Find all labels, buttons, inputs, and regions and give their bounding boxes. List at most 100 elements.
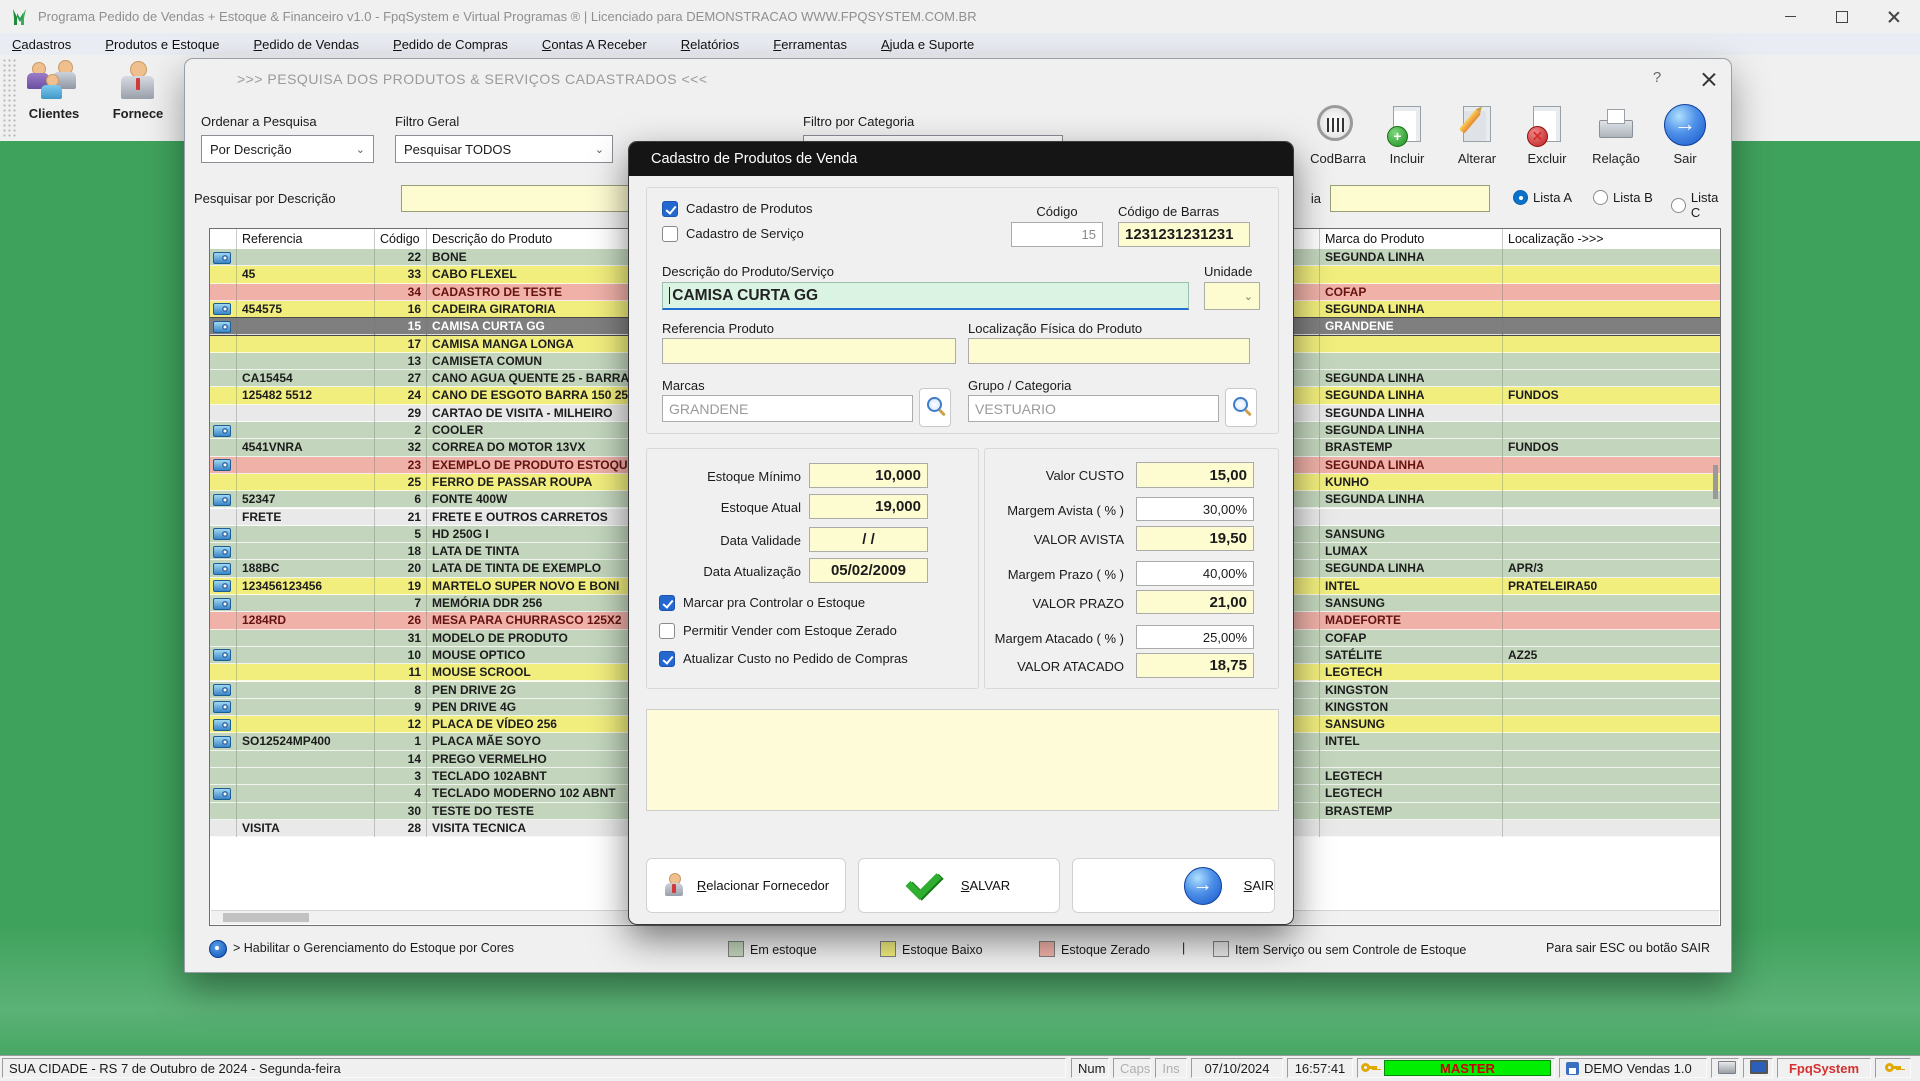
grupo-categoria-field[interactable]: VESTUARIO bbox=[968, 395, 1219, 422]
ordenar-value: Por Descrição bbox=[210, 142, 292, 157]
valor-atacado-field[interactable]: 18,75 bbox=[1136, 653, 1254, 678]
toolbar-fornecedores-label: Fornece bbox=[98, 106, 178, 121]
lista-c-radio[interactable]: Lista C bbox=[1671, 190, 1731, 220]
atualizar-custo-checkbox[interactable]: Atualizar Custo no Pedido de Compras bbox=[659, 650, 908, 668]
excluir-button[interactable]: ✕ Excluir bbox=[1515, 104, 1579, 166]
maximize-button[interactable] bbox=[1816, 0, 1868, 33]
key-icon bbox=[1361, 1061, 1377, 1075]
loc-cell bbox=[1503, 353, 1720, 370]
search-category-input[interactable] bbox=[1330, 185, 1490, 212]
green-swatch-icon bbox=[728, 941, 744, 957]
status-network[interactable] bbox=[1743, 1058, 1773, 1078]
menu-relatorios[interactable]: Relatórios bbox=[681, 37, 740, 52]
cadastro-produtos-checkbox[interactable]: Cadastro de Produtos bbox=[662, 200, 812, 218]
valor-avista-field[interactable]: 19,50 bbox=[1136, 526, 1254, 551]
vertical-scrollbar[interactable] bbox=[1713, 465, 1718, 499]
cod-cell: 33 bbox=[375, 266, 427, 283]
close-button[interactable] bbox=[1868, 0, 1920, 33]
sair-toolbar-button[interactable]: → Sair bbox=[1653, 104, 1717, 166]
ref-cell bbox=[237, 526, 375, 543]
localizacao-fisica-label: Localização Física do Produto bbox=[968, 321, 1142, 336]
menu-pedido-vendas[interactable]: Pedido de Vendas bbox=[253, 37, 359, 52]
marca-cell: KINGSTON bbox=[1320, 699, 1503, 716]
help-icon[interactable]: ? bbox=[1645, 69, 1669, 86]
marca-header[interactable]: Marca do Produto bbox=[1320, 229, 1503, 249]
codigo-barras-field[interactable]: 1231231231231 bbox=[1118, 222, 1250, 247]
referencia-header[interactable]: Referencia bbox=[237, 229, 375, 249]
toolbar-clientes-button[interactable]: Clientes bbox=[14, 60, 94, 121]
marca-cell: KINGSTON bbox=[1320, 682, 1503, 699]
lista-a-radio[interactable]: Lista A bbox=[1513, 190, 1572, 205]
estoque-minimo-field[interactable]: 10,000 bbox=[809, 463, 928, 488]
valor-prazo-field[interactable]: 21,00 bbox=[1136, 590, 1254, 614]
localizacao-header[interactable]: Localização ->>> bbox=[1503, 229, 1720, 249]
controlar-estoque-checkbox[interactable]: Marcar pra Controlar o Estoque bbox=[659, 594, 865, 612]
camera-icon bbox=[213, 719, 231, 731]
yellow-swatch-icon bbox=[880, 941, 896, 957]
ordenar-select[interactable]: Por Descrição ⌄ bbox=[201, 135, 374, 163]
menu-cadastros[interactable]: Cadastros bbox=[12, 37, 71, 52]
referencia-produto-field[interactable] bbox=[662, 338, 956, 364]
relacao-button[interactable]: Relação bbox=[1584, 104, 1648, 166]
filtro-categoria-label: Filtro por Categoria bbox=[803, 114, 914, 129]
descricao-field[interactable]: CAMISA CURTA GG bbox=[662, 282, 1189, 310]
marca-cell: SEGUNDA LINHA bbox=[1320, 405, 1503, 422]
ref-cell bbox=[237, 318, 375, 335]
camera-icon bbox=[213, 528, 231, 540]
codigo-header[interactable]: Código bbox=[375, 229, 427, 249]
menu-pedido-compras[interactable]: Pedido de Compras bbox=[393, 37, 508, 52]
window-close-icon[interactable] bbox=[1701, 71, 1717, 87]
marca-cell: SANSUNG bbox=[1320, 716, 1503, 733]
stock-colors-toggle-icon[interactable] bbox=[209, 940, 227, 958]
photo-column-header[interactable] bbox=[210, 229, 237, 249]
minimize-button[interactable] bbox=[1764, 0, 1816, 33]
printer-icon bbox=[1594, 104, 1638, 148]
marcas-search-button[interactable] bbox=[919, 388, 951, 427]
incluir-button[interactable]: + Incluir bbox=[1375, 104, 1439, 166]
scrollbar-thumb[interactable] bbox=[223, 913, 309, 922]
ref-cell: SO12524MP400 bbox=[237, 733, 375, 750]
alterar-button[interactable]: Alterar bbox=[1445, 104, 1509, 166]
menu-ferramentas[interactable]: Ferramentas bbox=[773, 37, 847, 52]
data-atualizacao-field[interactable]: 05/02/2009 bbox=[809, 558, 928, 583]
menu-ajuda[interactable]: Ajuda e Suporte bbox=[881, 37, 974, 52]
observacoes-area[interactable] bbox=[646, 709, 1279, 811]
marca-cell: INTEL bbox=[1320, 578, 1503, 595]
sair-dialog-button[interactable]: → SAIR bbox=[1072, 858, 1275, 913]
valor-custo-field[interactable]: 15,00 bbox=[1136, 462, 1254, 488]
photo-cell bbox=[210, 664, 237, 681]
status-version: DEMO Vendas 1.0 bbox=[1559, 1058, 1707, 1078]
person-icon bbox=[663, 873, 685, 899]
data-validade-field[interactable]: / / bbox=[809, 527, 928, 552]
margem-atacado-field[interactable]: 25,00% bbox=[1136, 625, 1254, 649]
codbarra-button[interactable]: CodBarra bbox=[1306, 104, 1370, 166]
codigo-field[interactable]: 15 bbox=[1011, 222, 1103, 247]
margem-prazo-field[interactable]: 40,00% bbox=[1136, 561, 1254, 586]
key-icon bbox=[1885, 1061, 1901, 1075]
menu-contas-receber[interactable]: Contas A Receber bbox=[542, 37, 647, 52]
photo-cell bbox=[210, 422, 237, 439]
grupo-search-button[interactable] bbox=[1225, 388, 1257, 427]
filtro-geral-select[interactable]: Pesquisar TODOS ⌄ bbox=[395, 135, 613, 163]
menu-produtos-estoque[interactable]: Produtos e Estoque bbox=[105, 37, 219, 52]
margem-avista-field[interactable]: 30,00% bbox=[1136, 497, 1254, 521]
unidade-select[interactable]: ⌄ bbox=[1204, 282, 1260, 310]
cadastro-servico-checkbox[interactable]: Cadastro de Serviço bbox=[662, 225, 804, 243]
data-atualizacao-label: Data Atualização bbox=[659, 564, 801, 579]
loc-cell: PRATELEIRA50 bbox=[1503, 578, 1720, 595]
estoque-atual-field[interactable]: 19,000 bbox=[809, 494, 928, 519]
salvar-button[interactable]: SALVAR bbox=[858, 858, 1060, 913]
marca-cell: SANSUNG bbox=[1320, 526, 1503, 543]
ref-cell bbox=[237, 405, 375, 422]
cod-cell: 26 bbox=[375, 612, 427, 629]
marca-cell: BRASTEMP bbox=[1320, 439, 1503, 456]
toolbar-fornecedores-button[interactable]: Fornece bbox=[98, 60, 178, 121]
marcas-field[interactable]: GRANDENE bbox=[662, 395, 913, 422]
relacionar-fornecedor-button[interactable]: Relacionar Fornecedor bbox=[646, 858, 846, 913]
photo-cell bbox=[210, 266, 237, 283]
marca-cell: LUMAX bbox=[1320, 543, 1503, 560]
lista-b-radio[interactable]: Lista B bbox=[1593, 190, 1653, 205]
vender-estoque-zerado-checkbox[interactable]: Permitir Vender com Estoque Zerado bbox=[659, 622, 897, 640]
localizacao-fisica-field[interactable] bbox=[968, 338, 1250, 364]
status-printer[interactable] bbox=[1711, 1058, 1739, 1078]
